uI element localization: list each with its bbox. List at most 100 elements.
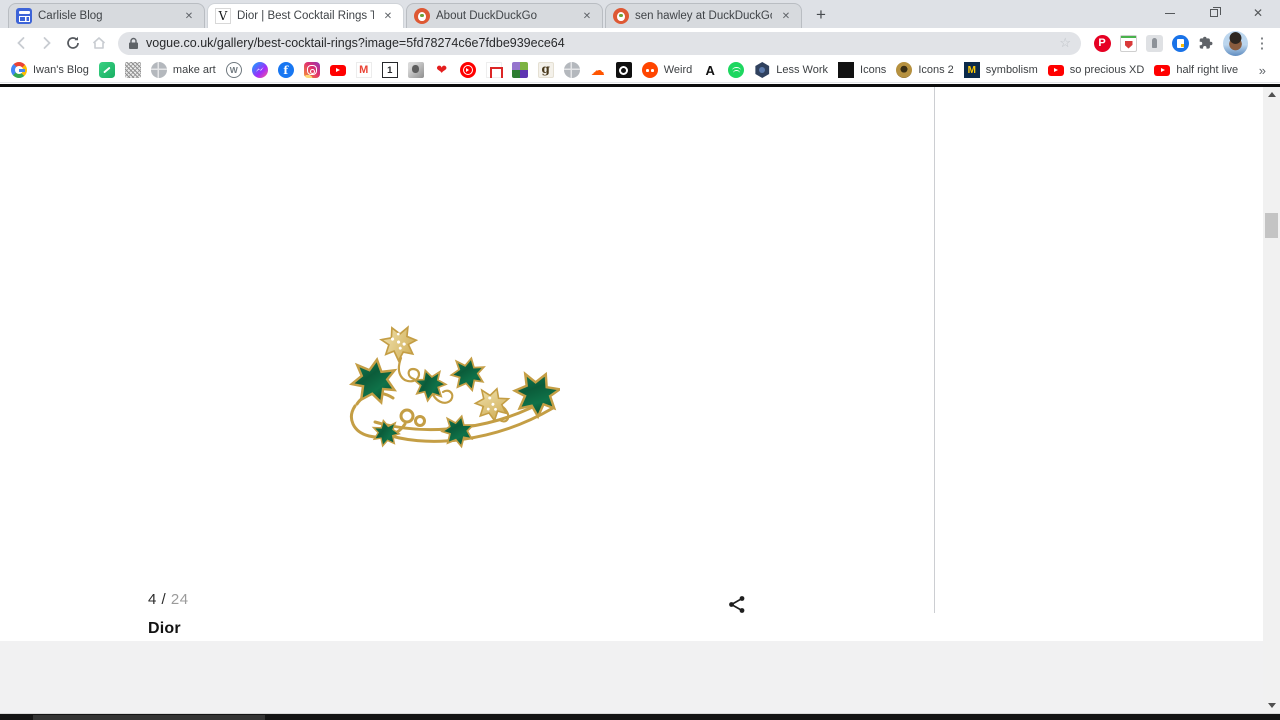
scroll-down-arrow-icon[interactable] bbox=[1267, 703, 1276, 708]
tab-close-icon[interactable]: ✕ bbox=[579, 8, 595, 24]
share-button[interactable] bbox=[726, 593, 748, 615]
tabs-container: Carlisle Blog✕Dior | Best Cocktail Rings… bbox=[8, 0, 804, 28]
bookmark-item[interactable] bbox=[429, 58, 455, 82]
new-tab-button[interactable]: + bbox=[808, 3, 834, 27]
pinterest-extension-button[interactable] bbox=[1089, 30, 1115, 56]
bookmark-item[interactable] bbox=[273, 58, 299, 82]
browser-toolbar: vogue.co.uk/gallery/best-cocktail-rings?… bbox=[0, 28, 1280, 58]
close-button[interactable]: ✕ bbox=[1236, 0, 1280, 26]
spotify-bookmark-icon bbox=[728, 62, 745, 78]
tab[interactable]: About DuckDuckGo ✕ bbox=[406, 3, 603, 28]
tab-close-icon[interactable]: ✕ bbox=[778, 8, 794, 24]
pinterest-extension-icon bbox=[1093, 34, 1111, 52]
tab-close-icon[interactable]: ✕ bbox=[181, 8, 197, 24]
counter-total: 24 bbox=[170, 591, 189, 608]
url-text[interactable]: vogue.co.uk/gallery/best-cocktail-rings?… bbox=[146, 36, 1051, 50]
bookmark-item[interactable] bbox=[403, 58, 429, 82]
page-scrollbar[interactable] bbox=[1263, 87, 1280, 713]
google-bookmark-icon bbox=[11, 62, 27, 78]
keepa-extension-button[interactable] bbox=[1141, 30, 1167, 56]
back-button[interactable] bbox=[8, 30, 34, 56]
bookmark-star-icon[interactable]: ☆ bbox=[1059, 35, 1071, 51]
messenger-bookmark-icon bbox=[251, 62, 268, 78]
tab[interactable]: sen hawley at DuckDuckGo ✕ bbox=[605, 3, 802, 28]
lock-icon bbox=[129, 37, 138, 49]
flipboard-bookmark-icon bbox=[485, 62, 504, 78]
back-icon bbox=[17, 37, 25, 49]
tab-title: sen hawley at DuckDuckGo bbox=[635, 10, 772, 22]
youtube-bookmark-icon bbox=[1154, 62, 1171, 78]
bookmark-item[interactable] bbox=[299, 58, 325, 82]
ublock-extension-button[interactable] bbox=[1115, 30, 1141, 56]
bookmark-item[interactable]: Icons bbox=[833, 58, 891, 82]
mosaic-bookmark-icon bbox=[511, 62, 528, 78]
globe-bookmark-icon bbox=[563, 62, 580, 78]
scroll-up-arrow-icon[interactable] bbox=[1267, 92, 1276, 97]
bookmark-item[interactable]: Weird bbox=[637, 58, 698, 82]
photo-bookmark-icon bbox=[407, 62, 424, 78]
share-icon bbox=[729, 595, 745, 613]
caption-row: 4 / 24 bbox=[148, 591, 748, 615]
minimize-button[interactable] bbox=[1148, 0, 1192, 26]
youtube-bookmark-icon bbox=[1047, 62, 1064, 78]
bookmark-item[interactable]: Less Work bbox=[749, 58, 833, 82]
bookmark-item[interactable] bbox=[325, 58, 351, 82]
bookmark-item[interactable]: make art bbox=[146, 58, 221, 82]
forward-button[interactable] bbox=[34, 30, 60, 56]
artstation-bookmark-icon bbox=[702, 62, 718, 78]
profile-avatar[interactable] bbox=[1223, 30, 1248, 56]
bookmark-label: symbolism bbox=[985, 64, 1038, 76]
bookmark-item[interactable]: Iwan's Blog bbox=[6, 58, 94, 82]
extensions-menu-button[interactable] bbox=[1193, 30, 1219, 56]
bookmark-item[interactable] bbox=[559, 58, 585, 82]
address-bar[interactable]: vogue.co.uk/gallery/best-cocktail-rings?… bbox=[118, 31, 1081, 55]
bookmark-item[interactable] bbox=[455, 58, 481, 82]
bookmark-item[interactable] bbox=[247, 58, 273, 82]
blacksquare-bookmark-icon bbox=[838, 62, 855, 78]
goldbadge-bookmark-icon bbox=[896, 62, 913, 78]
michigan-bookmark-icon bbox=[963, 62, 980, 78]
bookmark-item[interactable] bbox=[697, 58, 723, 82]
tab[interactable]: Dior | Best Cocktail Rings To Buy ✕ bbox=[207, 3, 404, 28]
bookmark-item[interactable]: symbolism bbox=[959, 58, 1043, 82]
bookmark-item[interactable] bbox=[351, 58, 377, 82]
browser-menu-button[interactable]: ⋮ bbox=[1252, 34, 1272, 52]
bookmark-item[interactable]: so precious XD bbox=[1043, 58, 1150, 82]
wordpress-bookmark-icon bbox=[225, 62, 242, 78]
bookmark-label: Weird bbox=[663, 64, 693, 76]
bookmarks-overflow-chevron[interactable]: » bbox=[1251, 63, 1274, 78]
column-divider bbox=[934, 87, 935, 613]
bookmark-item[interactable] bbox=[221, 58, 247, 82]
bookmark-item[interactable] bbox=[533, 58, 559, 82]
ublock-extension-icon bbox=[1119, 34, 1137, 52]
bookmark-item[interactable]: half right live bbox=[1149, 58, 1243, 82]
tab[interactable]: Carlisle Blog ✕ bbox=[8, 3, 205, 28]
duck-favicon-icon bbox=[414, 8, 430, 24]
tab-close-icon[interactable]: ✕ bbox=[380, 8, 396, 24]
reload-button[interactable] bbox=[60, 30, 86, 56]
restore-button[interactable] bbox=[1192, 0, 1236, 26]
bookmark-item[interactable] bbox=[585, 58, 611, 82]
bookmark-item[interactable]: Icons 2 bbox=[891, 58, 958, 82]
bookmark-item[interactable] bbox=[120, 58, 146, 82]
reddit-bookmark-icon bbox=[641, 62, 658, 78]
bookmark-item[interactable] bbox=[94, 58, 120, 82]
soundcloud-bookmark-icon bbox=[590, 62, 606, 78]
browser-window: Carlisle Blog✕Dior | Best Cocktail Rings… bbox=[0, 0, 1280, 720]
next-section-band bbox=[0, 641, 1280, 713]
bookmark-item[interactable] bbox=[377, 58, 403, 82]
bookmark-item[interactable] bbox=[481, 58, 507, 82]
product-title: Dior bbox=[148, 620, 181, 637]
hexagon-bookmark-icon bbox=[755, 62, 770, 78]
bookmarks-bar: Iwan's Blog make art Weird Less Work Icons Ic… bbox=[0, 58, 1280, 83]
scrollbar-thumb[interactable] bbox=[1265, 213, 1278, 238]
gallery-counter: 4 / 24 bbox=[148, 591, 189, 608]
restore-icon bbox=[1210, 6, 1221, 17]
home-button[interactable] bbox=[86, 30, 112, 56]
greenapp-bookmark-icon bbox=[98, 62, 115, 78]
bookmark-item[interactable] bbox=[507, 58, 533, 82]
bookmark-item[interactable] bbox=[723, 58, 749, 82]
bookmark-item[interactable] bbox=[611, 58, 637, 82]
clipper-extension-button[interactable] bbox=[1167, 30, 1193, 56]
bookmark-label: so precious XD bbox=[1069, 64, 1145, 76]
